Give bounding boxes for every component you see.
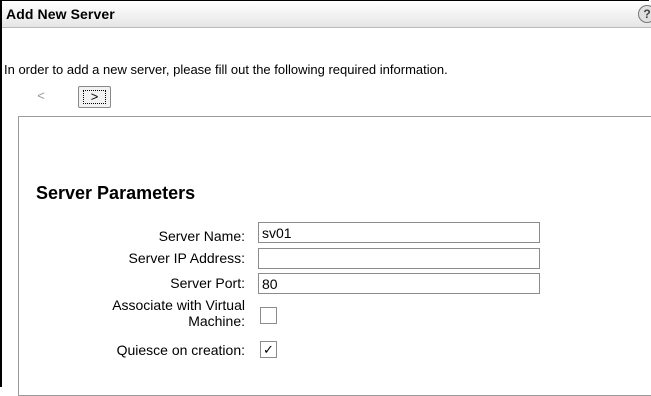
server-ip-label: Server IP Address: <box>128 250 245 266</box>
dialog-title: Add New Server <box>6 6 115 22</box>
help-icon[interactable]: ? <box>638 5 651 23</box>
server-name-input[interactable] <box>258 222 540 243</box>
associate-vm-checkbox[interactable] <box>260 307 277 324</box>
previous-button[interactable]: < <box>26 86 56 108</box>
server-ip-input[interactable] <box>258 248 540 269</box>
instructions-text: In order to add a new server, please fil… <box>4 62 448 77</box>
previous-label: < <box>37 88 45 103</box>
next-label: > <box>90 89 99 104</box>
check-icon: ✓ <box>263 342 274 357</box>
server-port-input[interactable] <box>258 273 540 294</box>
quiesce-checkbox[interactable]: ✓ <box>260 341 277 358</box>
quiesce-label: Quiesce on creation: <box>116 342 245 358</box>
next-button[interactable]: > <box>78 86 111 108</box>
associate-vm-label-line2: Machine: <box>188 313 245 329</box>
server-name-label: Server Name: <box>158 228 245 244</box>
server-port-label: Server Port: <box>170 275 245 291</box>
associate-vm-label-line1: Associate with Virtual <box>112 297 245 313</box>
section-title: Server Parameters <box>36 183 196 203</box>
dialog-title-bar: Add New Server ? <box>2 1 651 28</box>
